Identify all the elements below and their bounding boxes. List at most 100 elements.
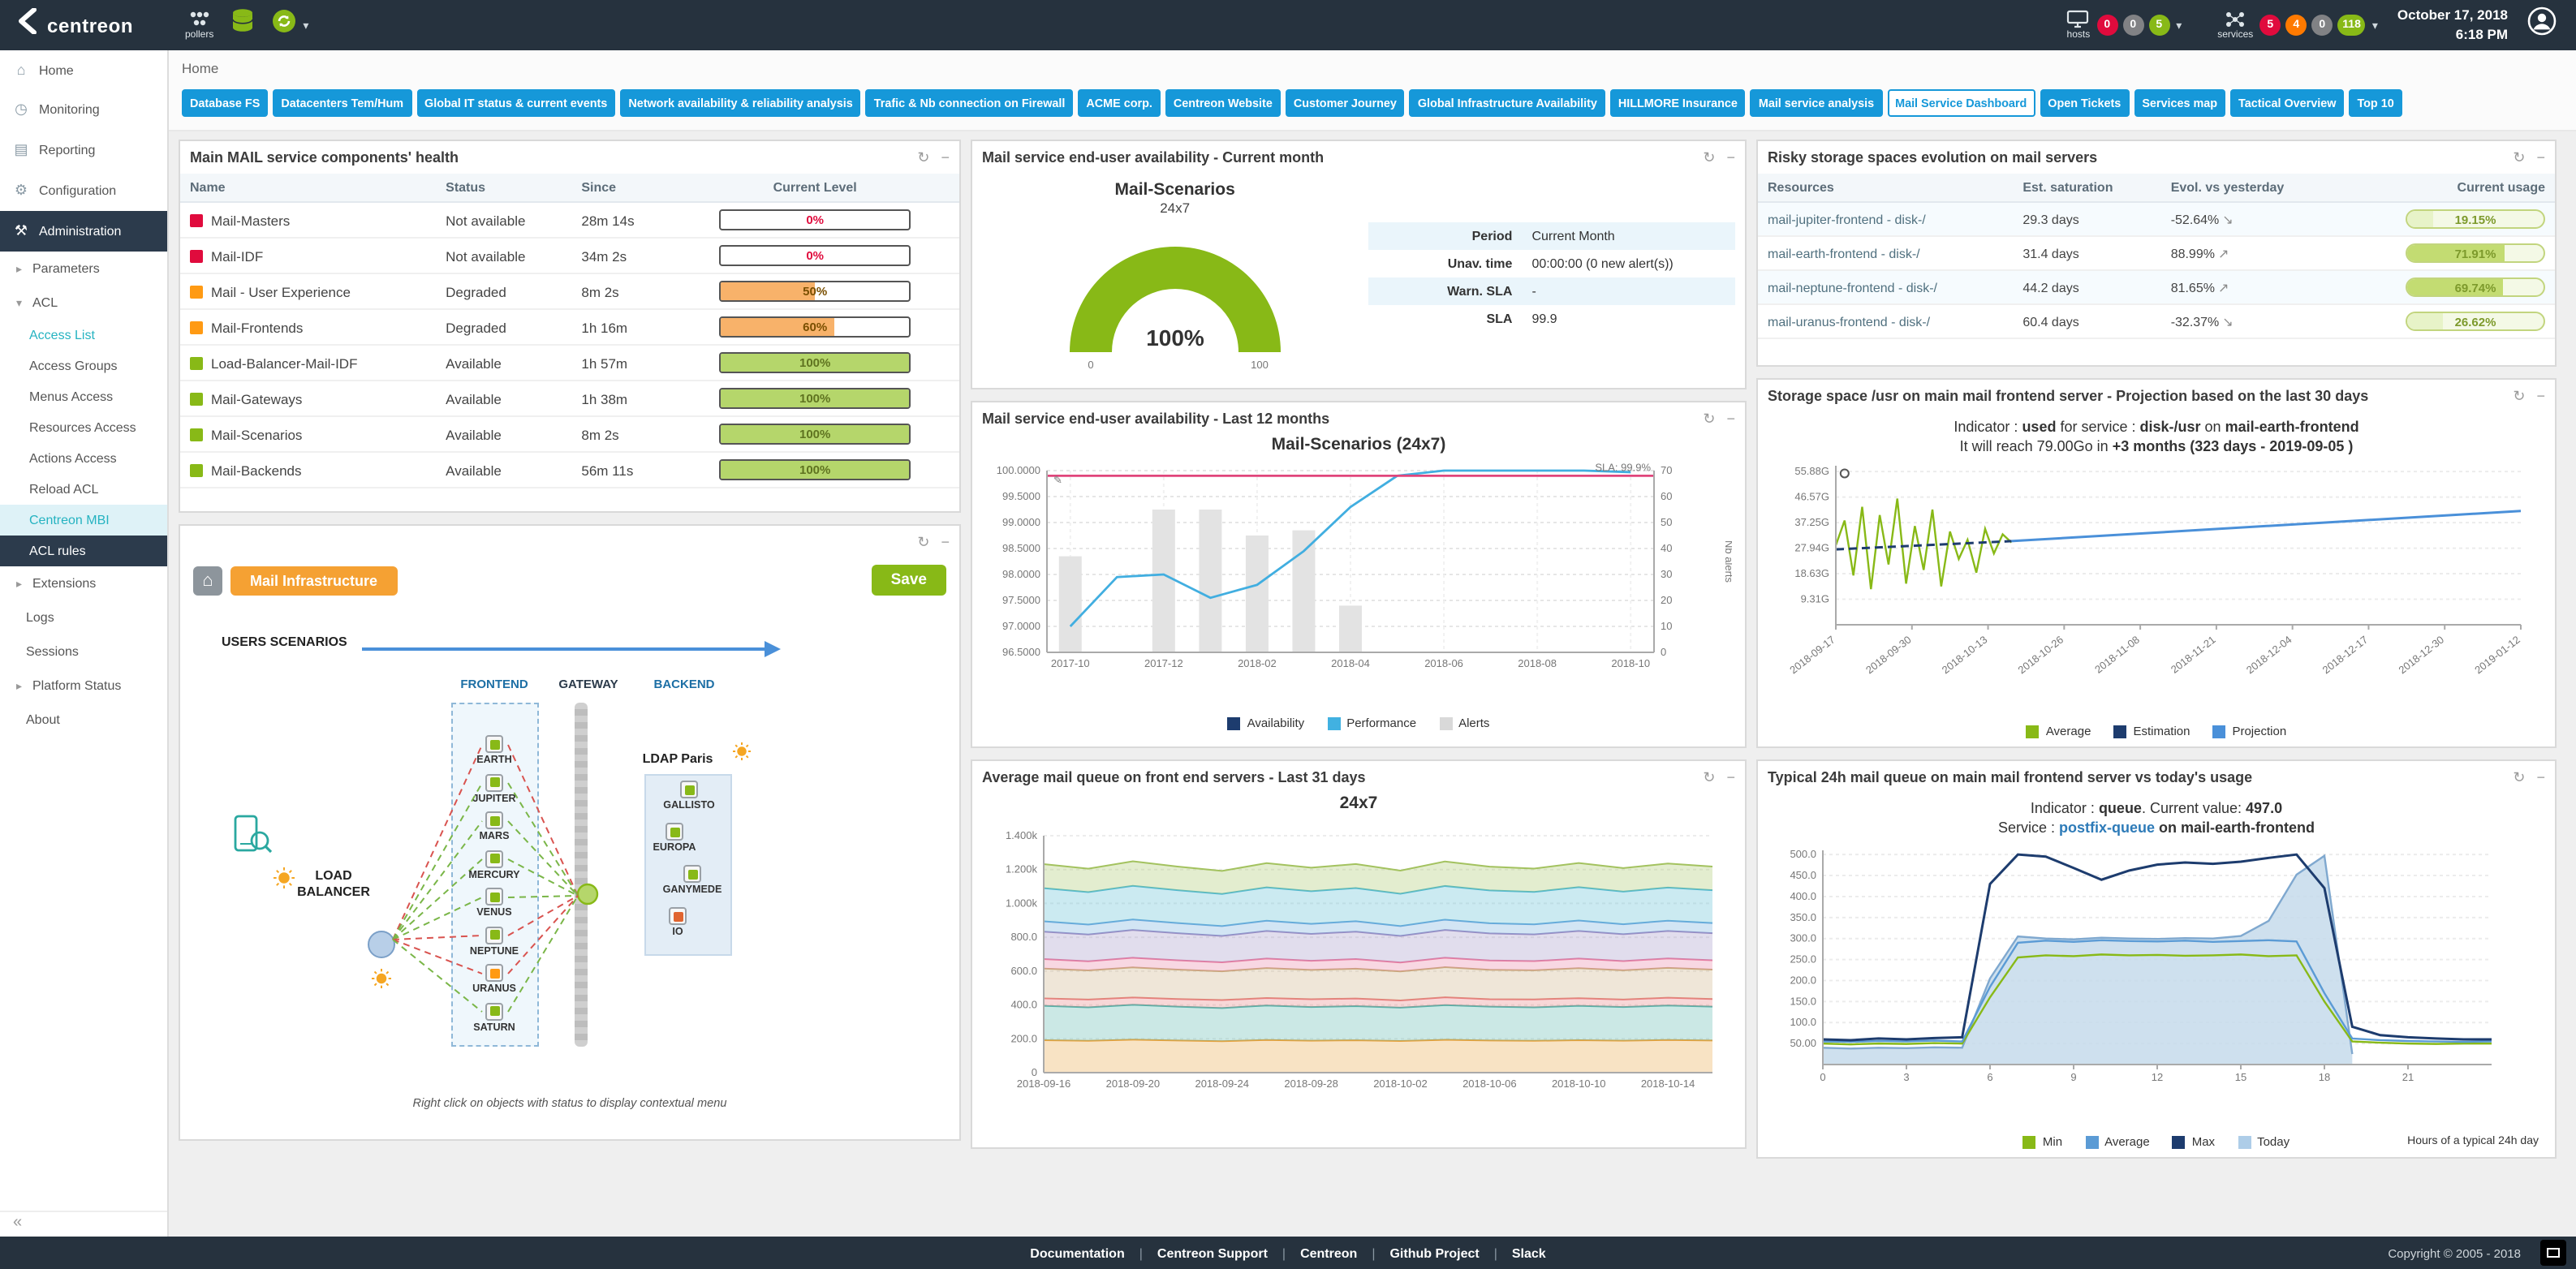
- minimize-icon[interactable]: −: [941, 148, 950, 166]
- table-row[interactable]: Mail-GatewaysAvailable1h 38m100%: [180, 381, 959, 416]
- sync-group[interactable]: ▾: [270, 8, 308, 42]
- infrastructure-badge[interactable]: Mail Infrastructure: [230, 566, 397, 595]
- tab-centreon-website[interactable]: Centreon Website: [1165, 89, 1281, 117]
- refresh-icon[interactable]: ↻: [2513, 768, 2525, 786]
- sidebar-item-monitoring[interactable]: ◷Monitoring: [0, 89, 167, 130]
- sidebar-item-administration[interactable]: ⚒Administration: [0, 211, 167, 252]
- load-balancer-label[interactable]: LOAD BALANCER: [296, 868, 371, 901]
- tab-top-10[interactable]: Top 10: [2349, 89, 2402, 117]
- sidebar-item-reporting[interactable]: ▤Reporting: [0, 130, 167, 170]
- sidebar-item-menus-access[interactable]: Menus Access: [0, 381, 167, 412]
- database-group[interactable]: [230, 8, 254, 42]
- svg-text:2018-12-04: 2018-12-04: [2244, 634, 2294, 677]
- chevron-down-icon[interactable]: ▾: [2176, 19, 2182, 32]
- sidebar-item-extensions[interactable]: ▸Extensions: [0, 566, 167, 600]
- sidebar-item-configuration[interactable]: ⚙Configuration: [0, 170, 167, 211]
- table-row[interactable]: Load-Balancer-Mail-IDFAvailable1h 57m100…: [180, 345, 959, 381]
- refresh-icon[interactable]: ↻: [1703, 148, 1715, 166]
- minimize-icon[interactable]: −: [941, 533, 950, 551]
- refresh-icon[interactable]: ↻: [1703, 410, 1715, 428]
- tab-datacenters-tem-hum[interactable]: Datacenters Tem/Hum: [273, 89, 411, 117]
- minimize-icon[interactable]: −: [1726, 410, 1735, 428]
- sidebar-item-sessions[interactable]: Sessions: [0, 634, 167, 669]
- table-row[interactable]: mail-jupiter-frontend - disk-/29.3 days-…: [1758, 202, 2555, 236]
- frontend-node-earth[interactable]: EARTH: [457, 735, 532, 766]
- frontend-node-mars[interactable]: MARS: [457, 811, 532, 842]
- breadcrumb[interactable]: Home: [182, 60, 2563, 76]
- footer-link-centreon[interactable]: Centreon: [1300, 1245, 1357, 1260]
- tab-mail-service-analysis[interactable]: Mail service analysis: [1751, 89, 1882, 117]
- footer-link-centreon-support[interactable]: Centreon Support: [1157, 1245, 1268, 1260]
- frontend-node-neptune[interactable]: NEPTUNE: [457, 926, 532, 957]
- tab-database-fs[interactable]: Database FS: [182, 89, 268, 117]
- minimize-icon[interactable]: −: [2536, 768, 2545, 786]
- footer-link-github-project[interactable]: Github Project: [1389, 1245, 1479, 1260]
- sidebar-item-actions-access[interactable]: Actions Access: [0, 443, 167, 474]
- chevron-down-icon[interactable]: ▾: [303, 19, 308, 32]
- minimize-icon[interactable]: −: [1726, 768, 1735, 786]
- backend-node-io[interactable]: IO: [640, 907, 715, 938]
- tab-hillmore-insurance[interactable]: HILLMORE Insurance: [1610, 89, 1746, 117]
- centreon-logo[interactable]: centreon: [0, 8, 169, 42]
- sidebar-item-home[interactable]: ⌂Home: [0, 50, 167, 89]
- sidebar-item-acl[interactable]: ▾ACL: [0, 286, 167, 320]
- table-row[interactable]: Mail-BackendsAvailable56m 11s100%: [180, 452, 959, 488]
- sidebar-item-acl-rules[interactable]: ACL rules: [0, 536, 167, 566]
- tab-global-infrastructure-availability[interactable]: Global Infrastructure Availability: [1410, 89, 1605, 117]
- refresh-icon[interactable]: ↻: [2513, 148, 2525, 166]
- sidebar-collapse-button[interactable]: «: [0, 1211, 167, 1237]
- table-row[interactable]: mail-neptune-frontend - disk-/44.2 days8…: [1758, 270, 2555, 304]
- tab-customer-journey[interactable]: Customer Journey: [1286, 89, 1405, 117]
- tab-mail-service-dashboard[interactable]: Mail Service Dashboard: [1887, 89, 2035, 117]
- footer-link-documentation[interactable]: Documentation: [1030, 1245, 1124, 1260]
- footer-link-slack[interactable]: Slack: [1512, 1245, 1546, 1260]
- tab-tactical-overview[interactable]: Tactical Overview: [2230, 89, 2344, 117]
- backend-node-gallisto[interactable]: GALLISTO: [652, 781, 726, 811]
- hosts-status-group[interactable]: hosts 005 ▾: [2067, 10, 2182, 41]
- table-row[interactable]: Mail-IDFNot available34m 2s0%: [180, 238, 959, 273]
- tab-network-availability-reliability-analysis[interactable]: Network availability & reliability analy…: [620, 89, 860, 117]
- user-avatar[interactable]: [2527, 6, 2557, 44]
- save-button[interactable]: Save: [872, 565, 946, 596]
- frontend-node-uranus[interactable]: URANUS: [457, 964, 532, 995]
- frontend-node-jupiter[interactable]: JUPITER: [457, 773, 532, 804]
- sidebar-item-logs[interactable]: Logs: [0, 600, 167, 634]
- pollers-group[interactable]: pollers: [185, 10, 213, 41]
- sidebar-item-platform-status[interactable]: ▸Platform Status: [0, 669, 167, 703]
- table-row[interactable]: Mail-MastersNot available28m 14s0%: [180, 202, 959, 238]
- table-row[interactable]: Mail-FrontendsDegraded1h 16m60%: [180, 309, 959, 345]
- table-row[interactable]: mail-uranus-frontend - disk-/60.4 days-3…: [1758, 304, 2555, 338]
- sidebar-item-reload-acl[interactable]: Reload ACL: [0, 474, 167, 505]
- sidebar-item-centreon-mbi[interactable]: Centreon MBI: [0, 505, 167, 536]
- hosts-badge: 5: [2148, 15, 2169, 36]
- table-row[interactable]: Mail-ScenariosAvailable8m 2s100%: [180, 416, 959, 452]
- minimize-icon[interactable]: −: [2536, 387, 2545, 405]
- tab-open-tickets[interactable]: Open Tickets: [2040, 89, 2129, 117]
- frontend-node-mercury[interactable]: MERCURY: [457, 850, 532, 880]
- minimize-icon[interactable]: −: [2536, 148, 2545, 166]
- chevron-down-icon[interactable]: ▾: [2372, 19, 2378, 32]
- backend-node-europa[interactable]: EUROPA: [637, 823, 712, 854]
- tab-trafic-nb-connection-on-firewall[interactable]: Trafic & Nb connection on Firewall: [866, 89, 1074, 117]
- table-row[interactable]: mail-earth-frontend - disk-/31.4 days88.…: [1758, 236, 2555, 270]
- widget-toggle-button[interactable]: [2540, 1240, 2566, 1266]
- refresh-icon[interactable]: ↻: [917, 533, 929, 551]
- frontend-node-saturn[interactable]: SATURN: [457, 1002, 532, 1033]
- tab-services-map[interactable]: Services map: [2134, 89, 2225, 117]
- sidebar-item-access-list[interactable]: Access List: [0, 320, 167, 351]
- frontend-node-venus[interactable]: VENUS: [457, 888, 532, 918]
- services-status-group[interactable]: services 540118 ▾: [2217, 10, 2378, 41]
- sidebar-item-resources-access[interactable]: Resources Access: [0, 412, 167, 443]
- service-link[interactable]: postfix-queue: [2059, 819, 2155, 836]
- refresh-icon[interactable]: ↻: [2513, 387, 2525, 405]
- refresh-icon[interactable]: ↻: [917, 148, 929, 166]
- minimize-icon[interactable]: −: [1726, 148, 1735, 166]
- tab-acme-corp[interactable]: ACME corp.: [1078, 89, 1160, 117]
- backend-node-ganymede[interactable]: GANYMEDE: [655, 865, 730, 896]
- table-row[interactable]: Mail - User ExperienceDegraded8m 2s50%: [180, 273, 959, 309]
- sidebar-item-about[interactable]: About: [0, 703, 167, 737]
- sidebar-item-parameters[interactable]: ▸Parameters: [0, 252, 167, 286]
- tab-global-it-status-current-events[interactable]: Global IT status & current events: [416, 89, 615, 117]
- refresh-icon[interactable]: ↻: [1703, 768, 1715, 786]
- sidebar-item-access-groups[interactable]: Access Groups: [0, 351, 167, 381]
